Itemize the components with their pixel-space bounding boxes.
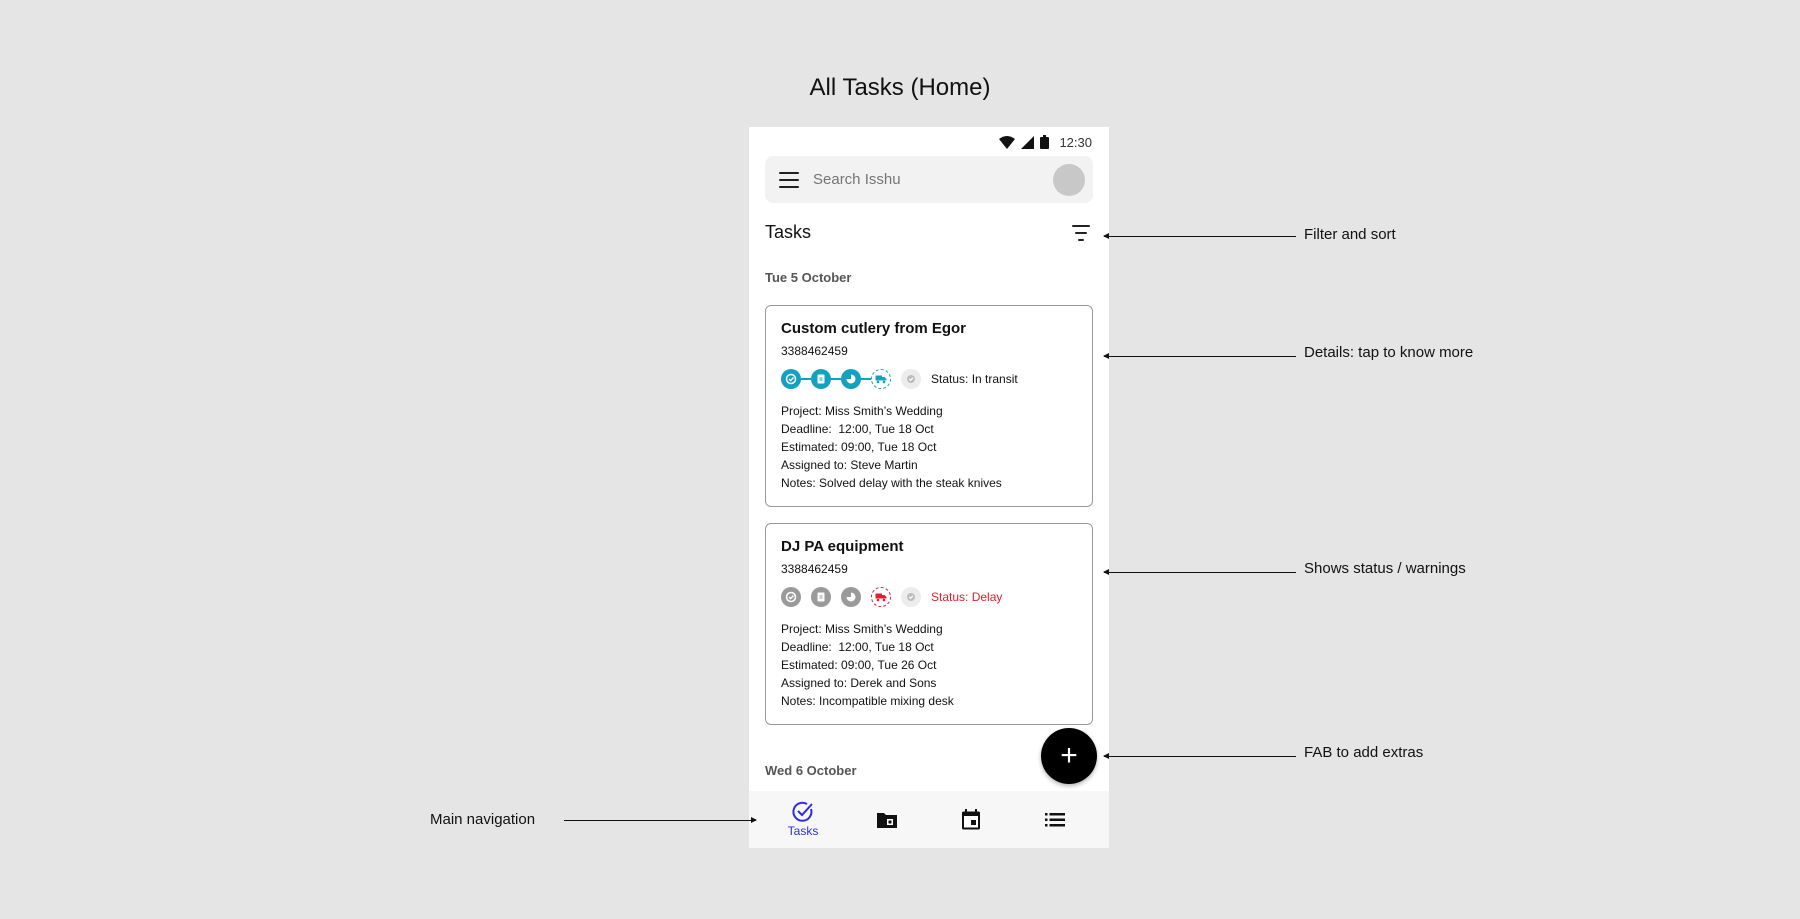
plus-icon: +	[1060, 739, 1078, 772]
document-step-icon	[811, 369, 831, 389]
search-input[interactable]	[813, 171, 1053, 188]
task-details: Project: Miss Smith’s Wedding Deadline: …	[781, 620, 1077, 710]
add-fab-button[interactable]: +	[1041, 728, 1097, 784]
task-id: 3388462459	[781, 344, 848, 358]
estimated-text: Estimated: 09:00, Tue 26 Oct	[781, 658, 937, 672]
done-step-icon	[901, 587, 921, 607]
annotation-status: Shows status / warnings	[1304, 560, 1466, 577]
search-bar[interactable]	[765, 156, 1093, 203]
notes-text: Notes: Incompatible mixing desk	[781, 694, 954, 708]
task-card[interactable]: Custom cutlery from Egor 3388462459 Stat…	[765, 305, 1093, 507]
deadline-text: Deadline: 12:00, Tue 18 Oct	[781, 640, 934, 654]
truck-step-icon	[871, 369, 891, 389]
status-warning-text: Status: Delay	[931, 590, 1003, 604]
notes-text: Notes: Solved delay with the steak knive…	[781, 476, 1002, 490]
task-card[interactable]: DJ PA equipment 3388462459 Status: Delay	[765, 523, 1093, 725]
check-step-icon	[781, 587, 801, 607]
annotation-arrow	[1103, 233, 1296, 239]
annotation-filter: Filter and sort	[1304, 226, 1396, 243]
done-step-icon	[901, 369, 921, 389]
folder-icon	[877, 812, 897, 828]
task-title: DJ PA equipment	[781, 538, 904, 555]
annotation-arrow	[1103, 353, 1296, 359]
tasks-title: Tasks	[765, 222, 812, 242]
nav-item-projects[interactable]	[857, 811, 917, 829]
nav-item-tasks[interactable]: Tasks	[773, 801, 833, 838]
calendar-icon	[962, 809, 980, 830]
list-icon	[1045, 812, 1065, 826]
clock-text: 12:30	[1059, 134, 1092, 150]
menu-icon[interactable]	[779, 171, 799, 188]
check-step-icon	[781, 369, 801, 389]
check-circle-icon	[792, 801, 813, 822]
assigned-text: Assigned to: Steve Martin	[781, 458, 918, 472]
task-details: Project: Miss Smith’s Wedding Deadline: …	[781, 402, 1077, 492]
bottom-navigation: Tasks	[749, 791, 1109, 848]
nav-item-list[interactable]	[1025, 812, 1085, 827]
status-progress: Status: In transit	[781, 369, 1077, 389]
annotation-arrow	[1103, 569, 1296, 575]
date-label: Tue 5 October	[765, 270, 852, 285]
page-title: All Tasks (Home)	[809, 74, 991, 101]
annotation-details: Details: tap to know more	[1304, 344, 1474, 361]
wifi-icon	[999, 135, 1016, 149]
estimated-text: Estimated: 09:00, Tue 18 Oct	[781, 440, 937, 454]
assigned-text: Assigned to: Derek and Sons	[781, 676, 937, 690]
status-bar: 12:30	[749, 131, 1109, 153]
annotation-arrow	[564, 817, 757, 823]
task-title: Custom cutlery from Egor	[781, 320, 967, 337]
nav-label-tasks: Tasks	[787, 824, 819, 838]
battery-icon	[1040, 135, 1050, 149]
status-text: Status: In transit	[931, 372, 1018, 386]
avatar[interactable]	[1053, 163, 1085, 196]
task-id: 3388462459	[781, 562, 848, 576]
pack-step-icon	[841, 587, 861, 607]
date-label: Wed 6 October	[765, 763, 857, 778]
status-progress: Status: Delay	[781, 587, 1077, 607]
annotation-fab: FAB to add extras	[1304, 744, 1424, 761]
truck-warning-step-icon	[871, 587, 891, 607]
tasks-header: Tasks	[765, 222, 1093, 243]
document-step-icon	[811, 587, 831, 607]
pack-step-icon	[841, 369, 861, 389]
deadline-text: Deadline: 12:00, Tue 18 Oct	[781, 422, 934, 436]
signal-icon	[1021, 135, 1035, 149]
annotation-arrow	[1103, 753, 1296, 759]
project-text: Project: Miss Smith’s Wedding	[781, 622, 943, 636]
annotation-nav: Main navigation	[430, 811, 536, 828]
nav-item-calendar[interactable]	[941, 809, 1001, 830]
project-text: Project: Miss Smith’s Wedding	[781, 404, 943, 418]
filter-icon[interactable]	[1071, 224, 1091, 241]
